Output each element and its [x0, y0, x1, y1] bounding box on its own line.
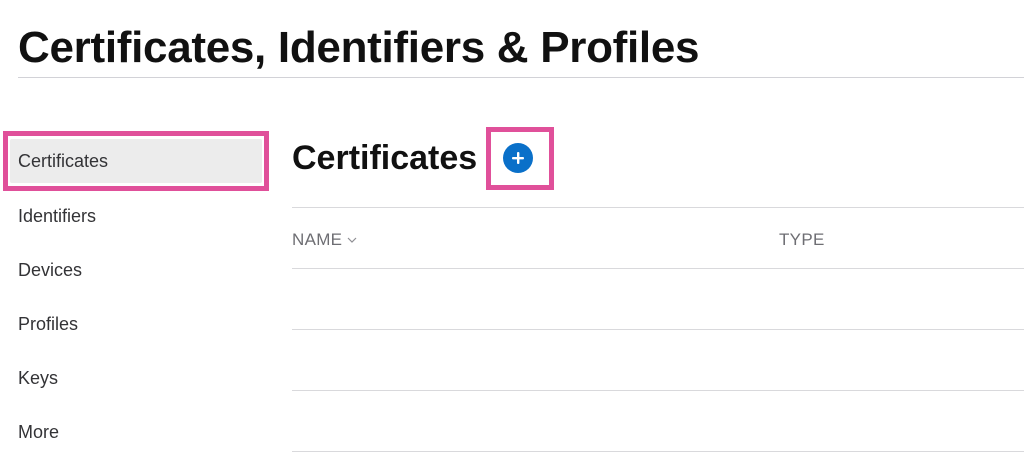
sidebar-item-devices[interactable]: Devices — [18, 258, 82, 282]
column-header-name[interactable]: NAME — [292, 229, 358, 251]
sidebar-item-more[interactable]: More — [18, 420, 59, 444]
sidebar-item-keys[interactable]: Keys — [18, 366, 58, 390]
column-header-type: TYPE — [779, 230, 825, 249]
page: Certificates, Identifiers & Profiles Cer… — [0, 0, 1024, 458]
plus-circle-icon — [512, 152, 524, 164]
table-row-divider — [292, 451, 1024, 452]
title-divider — [18, 77, 1024, 78]
table-row-divider — [292, 390, 1024, 391]
table-row-divider — [292, 268, 1024, 269]
sidebar-item-profiles[interactable]: Profiles — [18, 312, 78, 336]
section-title: Certificates — [292, 139, 478, 177]
table-top-divider — [292, 207, 1024, 208]
page-title: Certificates, Identifiers & Profiles — [18, 23, 700, 72]
add-certificate-button[interactable] — [503, 143, 533, 173]
table-row-divider — [292, 329, 1024, 330]
sidebar-item-identifiers[interactable]: Identifiers — [18, 204, 96, 228]
sidebar-item-certificates[interactable]: Certificates — [18, 149, 108, 173]
chevron-down-icon — [347, 237, 357, 243]
column-header-name-label: NAME — [292, 230, 343, 249]
